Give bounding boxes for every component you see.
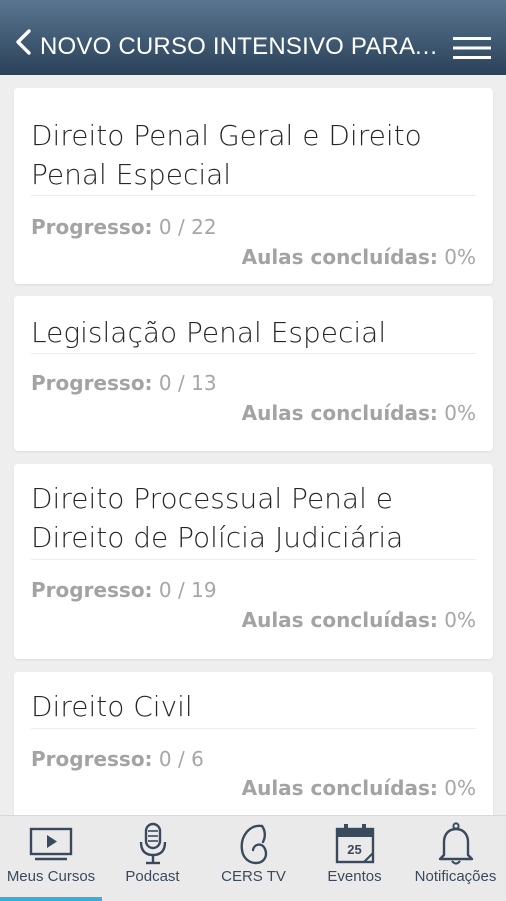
microphone-icon	[139, 822, 166, 865]
card-divider	[31, 353, 476, 354]
hamburger-menu-icon	[453, 37, 491, 59]
course-card[interactable]: Direito Civil Progresso: 0 / 6 Aulas con…	[14, 672, 493, 815]
progress-value: 0 / 22	[158, 215, 217, 239]
course-title: Direito Civil	[31, 690, 193, 723]
course-list: Direito Penal Geral e Direito Penal Espe…	[0, 75, 506, 815]
course-card[interactable]: Legislação Penal Especial Progresso: 0 /…	[14, 296, 493, 451]
card-divider	[31, 195, 476, 196]
tab-label: Meus Cursos	[6, 868, 96, 885]
completed-value: 0%	[444, 608, 476, 632]
back-button[interactable]	[8, 22, 38, 62]
completed-label: Aulas concluídas:	[241, 401, 438, 425]
completed-lessons-text: Aulas concluídas: 0%	[242, 401, 476, 425]
card-divider	[31, 559, 476, 560]
progress-label: Progresso:	[31, 747, 153, 771]
tab-podcast[interactable]: Podcast	[102, 816, 203, 901]
tab-label: CERS TV	[221, 868, 286, 885]
video-player-icon	[29, 827, 73, 861]
course-card[interactable]: Direito Processual Penal e Direito de Po…	[14, 464, 493, 659]
course-title: Legislação Penal Especial	[31, 316, 387, 349]
progress-value: 0 / 19	[158, 578, 217, 602]
course-title: Direito Penal Geral e Direito Penal Espe…	[31, 119, 422, 191]
cers-tv-icon	[240, 824, 267, 865]
completed-value: 0%	[444, 776, 476, 800]
progress-label: Progresso:	[31, 578, 153, 602]
calendar-day: 25	[347, 842, 362, 857]
completed-label: Aulas concluídas:	[241, 245, 438, 269]
bottom-tab-bar: Meus Cursos Podcast CERS TV 25 Eventos N…	[0, 815, 506, 901]
chevron-left-icon	[16, 29, 31, 55]
tab-notificacoes[interactable]: Notificações	[405, 816, 506, 901]
progress-text: Progresso: 0 / 22	[31, 215, 217, 239]
course-title: Direito Processual Penal e Direito de Po…	[31, 482, 404, 554]
top-app-bar: NOVO CURSO INTENSIVO PARA DELEGADO DE PO…	[0, 0, 506, 75]
progress-label: Progresso:	[31, 215, 153, 239]
progress-value: 0 / 13	[158, 371, 217, 395]
completed-lessons-text: Aulas concluídas: 0%	[242, 608, 476, 632]
menu-button[interactable]	[448, 30, 496, 66]
completed-value: 0%	[444, 245, 476, 269]
completed-lessons-text: Aulas concluídas: 0%	[242, 245, 476, 269]
tab-label: Eventos	[327, 868, 382, 885]
progress-text: Progresso: 0 / 19	[31, 578, 217, 602]
progress-text: Progresso: 0 / 6	[31, 747, 204, 771]
active-tab-indicator	[0, 897, 102, 901]
bell-icon	[438, 822, 473, 865]
progress-value: 0 / 6	[158, 747, 204, 771]
card-divider	[31, 728, 476, 729]
progress-label: Progresso:	[31, 371, 153, 395]
tab-label: Podcast	[125, 868, 180, 885]
tab-cers-tv[interactable]: CERS TV	[203, 816, 304, 901]
tab-eventos[interactable]: 25 Eventos	[304, 816, 405, 901]
completed-label: Aulas concluídas:	[241, 608, 438, 632]
completed-value: 0%	[444, 401, 476, 425]
completed-lessons-text: Aulas concluídas: 0%	[242, 776, 476, 800]
tab-meus-cursos[interactable]: Meus Cursos	[0, 816, 102, 901]
progress-text: Progresso: 0 / 13	[31, 371, 217, 395]
page-title: NOVO CURSO INTENSIVO PARA DELEGADO DE PO…	[40, 33, 444, 60]
course-card[interactable]: Direito Penal Geral e Direito Penal Espe…	[14, 88, 493, 284]
tab-label: Notificações	[414, 868, 497, 885]
completed-label: Aulas concluídas:	[241, 776, 438, 800]
